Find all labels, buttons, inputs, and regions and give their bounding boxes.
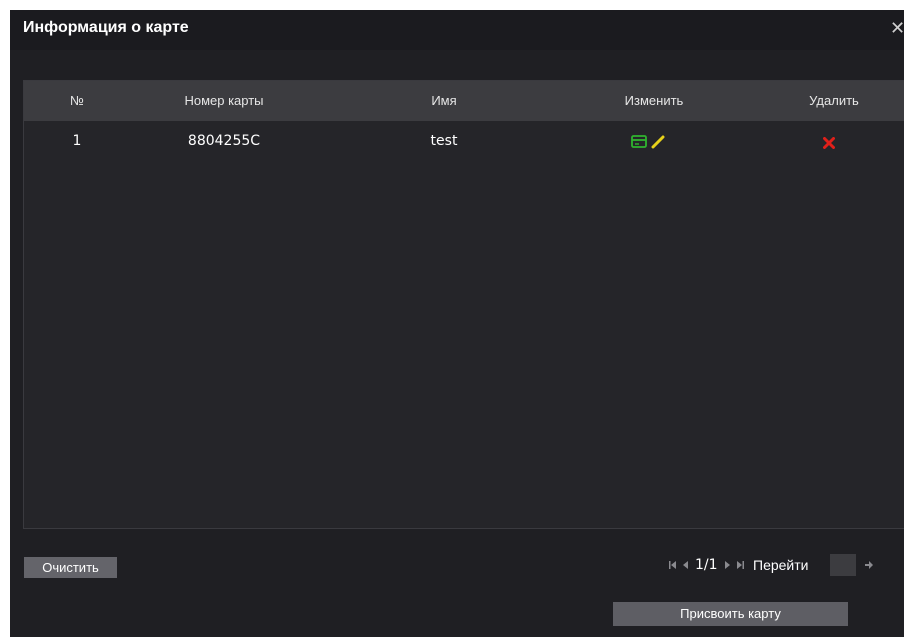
prev-page-icon[interactable] bbox=[681, 559, 691, 571]
column-header-name: Имя bbox=[431, 93, 457, 108]
last-page-icon[interactable] bbox=[735, 559, 745, 571]
card-icon[interactable] bbox=[631, 135, 647, 149]
column-header-card-number: Номер карты bbox=[184, 93, 264, 108]
go-arrow-icon[interactable] bbox=[864, 559, 874, 571]
card-info-dialog: Информация о карте ✕ № Номер карты Имя И… bbox=[10, 10, 904, 637]
table-row: 1 8804255C test bbox=[24, 121, 904, 161]
column-header-no: № bbox=[70, 93, 84, 108]
table-header: № Номер карты Имя Изменить Удалить bbox=[24, 81, 904, 121]
dialog-title: Информация о карте bbox=[23, 19, 189, 36]
column-header-delete: Удалить bbox=[809, 93, 859, 108]
assign-card-button[interactable]: Присвоить карту bbox=[613, 602, 848, 626]
card-table: № Номер карты Имя Изменить Удалить 1 880… bbox=[23, 80, 904, 529]
pagination: 1/1 Перейти bbox=[668, 554, 893, 578]
pencil-icon[interactable] bbox=[651, 135, 665, 149]
page-indicator: 1/1 bbox=[695, 557, 718, 573]
cell-no: 1 bbox=[72, 133, 82, 149]
first-page-icon[interactable] bbox=[668, 559, 678, 571]
close-icon[interactable]: ✕ bbox=[890, 18, 904, 38]
cell-card-number: 8804255C bbox=[187, 133, 261, 149]
goto-page-input[interactable] bbox=[830, 554, 856, 576]
cell-name: test bbox=[430, 133, 458, 149]
next-page-icon[interactable] bbox=[722, 559, 732, 571]
clear-button[interactable]: Очистить bbox=[24, 557, 117, 578]
delete-x-icon[interactable] bbox=[823, 136, 835, 149]
dialog-titlebar: Информация о карте ✕ bbox=[10, 10, 904, 50]
goto-label: Перейти bbox=[753, 557, 809, 573]
column-header-edit: Изменить bbox=[624, 93, 684, 108]
